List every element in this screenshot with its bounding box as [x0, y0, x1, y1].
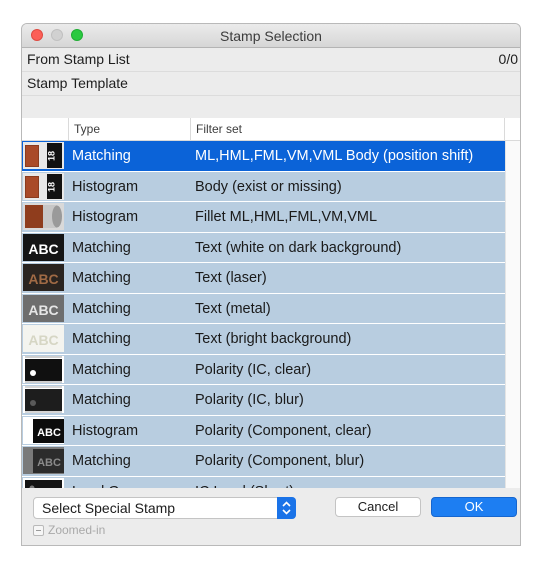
- row-type: Lead Gap: [72, 477, 136, 489]
- table-scrollbar[interactable]: [505, 141, 520, 488]
- table-header: Type Filter set: [22, 118, 520, 141]
- stamp-template-section[interactable]: Stamp Template: [22, 72, 520, 96]
- title-bar: Stamp Selection: [22, 24, 520, 48]
- row-filter-set: ML,HML,FML,VM,VML Body (position shift): [195, 148, 474, 164]
- stamp-thumbnail-abc-dark: ABC: [23, 233, 64, 261]
- row-type: Matching: [72, 331, 131, 347]
- table-row[interactable]: ABC Matching Text (metal): [22, 293, 506, 324]
- special-stamp-value: Select Special Stamp: [42, 500, 176, 516]
- zoomed-in-checkbox[interactable]: Zoomed-in: [33, 523, 105, 537]
- table-row[interactable]: 18 Histogram Body (exist or missing): [22, 171, 506, 202]
- stamp-template-label: Stamp Template: [27, 75, 128, 91]
- row-type: Histogram: [72, 209, 139, 225]
- stamp-thumbnail-comp-blur: ABC: [23, 447, 64, 474]
- table-row[interactable]: ABC Matching Text (laser): [22, 263, 506, 294]
- stamp-thumbnail-lead-gap: [23, 477, 64, 488]
- stamp-thumbnail-abc-bright: ABC: [23, 325, 64, 352]
- row-filter-set: Text (laser): [195, 270, 267, 286]
- zoomed-in-label: Zoomed-in: [48, 523, 106, 537]
- row-filter-set: IC Lead (Short): [195, 477, 294, 489]
- table-rows: 18 Matching ML,HML,FML,VM,VML Body (positi…: [22, 141, 506, 488]
- stamp-thumbnail-chip-18: 18: [23, 142, 64, 169]
- row-type: Matching: [72, 361, 131, 378]
- row-type: Matching: [72, 300, 131, 317]
- stamp-thumbnail-fillet: [23, 203, 64, 230]
- row-filter-set: Polarity (Component, clear): [195, 422, 372, 439]
- table-row[interactable]: ABC Matching Text (bright background): [22, 324, 506, 355]
- row-filter-set: Body (exist or missing): [195, 178, 342, 195]
- column-header-spacer: [504, 118, 520, 140]
- row-filter-set: Polarity (IC, clear): [195, 361, 312, 378]
- ok-button[interactable]: OK: [431, 497, 517, 517]
- checkbox-mixed-icon: [33, 525, 44, 536]
- svg-text:ABC: ABC: [28, 241, 58, 257]
- stamp-thumbnail-chip-18: 18: [23, 172, 64, 200]
- table-row[interactable]: ABC Matching Text (white on dark backgroun…: [22, 232, 506, 263]
- row-type: Matching: [72, 392, 131, 408]
- stamp-selection-window: Stamp Selection From Stamp List 0/0 Stam…: [22, 24, 520, 545]
- stamp-thumbnail-ic-clear: [23, 355, 64, 383]
- stamp-thumbnail-comp-clear: ABC: [23, 416, 64, 444]
- table-row[interactable]: ABC Histogram Polarity (Component, clear): [22, 415, 506, 446]
- table-row[interactable]: Lead Gap IC Lead (Short): [22, 476, 506, 489]
- svg-text:ABC: ABC: [37, 457, 61, 469]
- table-row[interactable]: Matching Polarity (IC, clear): [22, 354, 506, 385]
- svg-text:ABC: ABC: [28, 332, 58, 348]
- svg-text:ABC: ABC: [28, 302, 58, 318]
- table-row[interactable]: Matching Polarity (IC, blur): [22, 385, 506, 416]
- column-header-type[interactable]: Type: [68, 118, 189, 140]
- row-type: Matching: [72, 270, 131, 286]
- row-type: Histogram: [72, 178, 139, 195]
- table-row[interactable]: ABC Matching Polarity (Component, blur): [22, 446, 506, 477]
- row-filter-set: Text (metal): [195, 300, 271, 317]
- select-stepper-icon[interactable]: [277, 497, 296, 519]
- row-type: Matching: [72, 239, 131, 256]
- dialog-footer: Select Special Stamp Cancel OK Zoomed-in: [22, 488, 520, 545]
- row-type: Histogram: [72, 422, 139, 439]
- special-stamp-select[interactable]: Select Special Stamp: [33, 497, 296, 519]
- svg-text:ABC: ABC: [28, 271, 58, 287]
- from-stamp-list-label: From Stamp List: [27, 51, 130, 67]
- table-row[interactable]: 18 Matching ML,HML,FML,VM,VML Body (positi…: [22, 141, 506, 172]
- stamp-thumbnail-ic-blur: [23, 386, 64, 413]
- stamp-thumbnail-abc-laser: ABC: [23, 264, 64, 291]
- stamp-thumbnail-abc-metal: ABC: [23, 294, 64, 322]
- stamp-template-table: Type Filter set 18 Matching ML,HML,FML,VM,…: [22, 118, 520, 488]
- column-header-filter-set[interactable]: Filter set: [190, 118, 507, 140]
- cancel-button[interactable]: Cancel: [335, 497, 421, 517]
- svg-text:18: 18: [47, 181, 57, 191]
- svg-text:18: 18: [47, 151, 57, 161]
- stamp-list-count: 0/0: [498, 51, 518, 67]
- row-filter-set: Text (bright background): [195, 331, 352, 347]
- row-filter-set: Polarity (Component, blur): [195, 453, 365, 469]
- table-row[interactable]: Histogram Fillet ML,HML,FML,VM,VML: [22, 202, 506, 233]
- from-stamp-list-section[interactable]: From Stamp List 0/0: [22, 48, 520, 72]
- svg-text:ABC: ABC: [37, 427, 61, 439]
- row-filter-set: Text (white on dark background): [195, 239, 402, 256]
- window-title: Stamp Selection: [220, 28, 322, 44]
- row-filter-set: Polarity (IC, blur): [195, 392, 304, 408]
- row-filter-set: Fillet ML,HML,FML,VM,VML: [195, 209, 378, 225]
- row-type: Matching: [72, 453, 131, 469]
- row-type: Matching: [72, 148, 131, 164]
